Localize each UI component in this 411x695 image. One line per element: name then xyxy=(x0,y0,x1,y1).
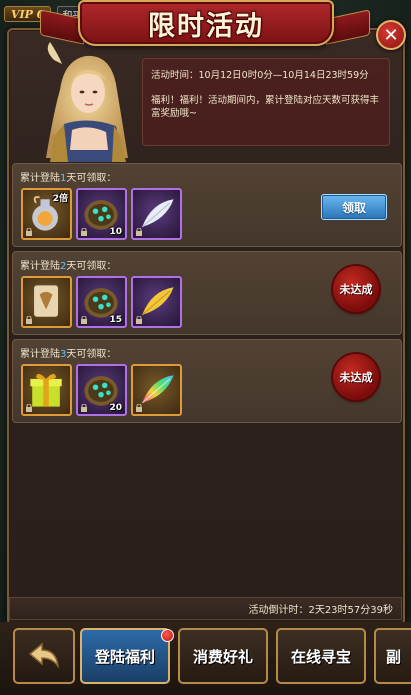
notification-dot xyxy=(161,629,174,642)
back-arrow-icon xyxy=(28,642,60,669)
reward-row-day-2: 累计登陆2天可领取： 15 未达成 xyxy=(12,251,402,335)
reward-item-potion[interactable]: 2倍 xyxy=(21,188,72,240)
row-title: 累计登陆3天可领取： xyxy=(20,349,117,360)
lock-icon xyxy=(136,316,142,324)
reward-row-day-3: 累计登陆3天可领取： 20 未达成 xyxy=(12,339,402,423)
tab-partial[interactable]: 副 xyxy=(374,628,411,684)
reward-item-gem-box[interactable]: 15 xyxy=(76,276,127,328)
reward-item-feather[interactable] xyxy=(131,364,182,416)
lock-icon xyxy=(81,404,87,412)
reward-item-feather[interactable] xyxy=(131,188,182,240)
reward-item-gem-box[interactable]: 20 xyxy=(76,364,127,416)
item-count: 15 xyxy=(109,315,122,325)
tab-online-treasure[interactable]: 在线寻宝 xyxy=(276,628,366,684)
close-button[interactable]: ✕ xyxy=(376,20,406,50)
not-achieved-badge: 未达成 xyxy=(333,354,379,400)
countdown-text: 活动倒计时：2天23时57分39秒 xyxy=(248,605,393,616)
claim-button[interactable]: 领取 xyxy=(321,194,387,220)
lock-icon xyxy=(136,228,142,236)
reward-item-gem-box[interactable]: 10 xyxy=(76,188,127,240)
close-icon: ✕ xyxy=(383,24,399,46)
lock-icon xyxy=(26,404,32,412)
event-description: 福利！福利！活动期间内，累计登陆对应天数可获得丰富奖励哦~ xyxy=(151,95,380,119)
character-portrait xyxy=(46,42,128,162)
reward-item-feather[interactable] xyxy=(131,276,182,328)
bottom-tab-bar: 登陆福利 消费好礼 在线寻宝 副 xyxy=(0,622,411,695)
tab-spending-gift[interactable]: 消费好礼 xyxy=(178,628,268,684)
item-badge: 2倍 xyxy=(52,194,68,204)
tab-login-welfare[interactable]: 登陆福利 xyxy=(80,628,170,684)
event-info-box: 活动时间：10月12日0时0分—10月14日23时59分 福利！福利！活动期间内… xyxy=(142,58,390,146)
lock-icon xyxy=(81,316,87,324)
row-title: 累计登陆2天可领取： xyxy=(20,261,117,272)
back-button[interactable] xyxy=(13,628,75,684)
popup-title: 限时活动 xyxy=(148,10,264,42)
event-header: 活动时间：10月12日0时0分—10月14日23时59分 福利！福利！活动期间内… xyxy=(10,42,405,162)
not-achieved-badge: 未达成 xyxy=(333,266,379,312)
reward-row-day-1: 累计登陆1天可领取： 2倍 10 领取 xyxy=(12,163,402,247)
lock-icon xyxy=(81,228,87,236)
lock-icon xyxy=(26,316,32,324)
reward-item-gift[interactable] xyxy=(21,364,72,416)
reward-item-scroll[interactable] xyxy=(21,276,72,328)
item-count: 10 xyxy=(109,227,122,237)
countdown-bar: 活动倒计时：2天23时57分39秒 xyxy=(9,597,402,620)
lock-icon xyxy=(136,404,142,412)
row-title: 累计登陆1天可领取： xyxy=(20,173,117,184)
lock-icon xyxy=(26,228,32,236)
item-count: 20 xyxy=(109,403,122,413)
event-time: 活动时间：10月12日0时0分—10月14日23时59分 xyxy=(151,70,369,81)
